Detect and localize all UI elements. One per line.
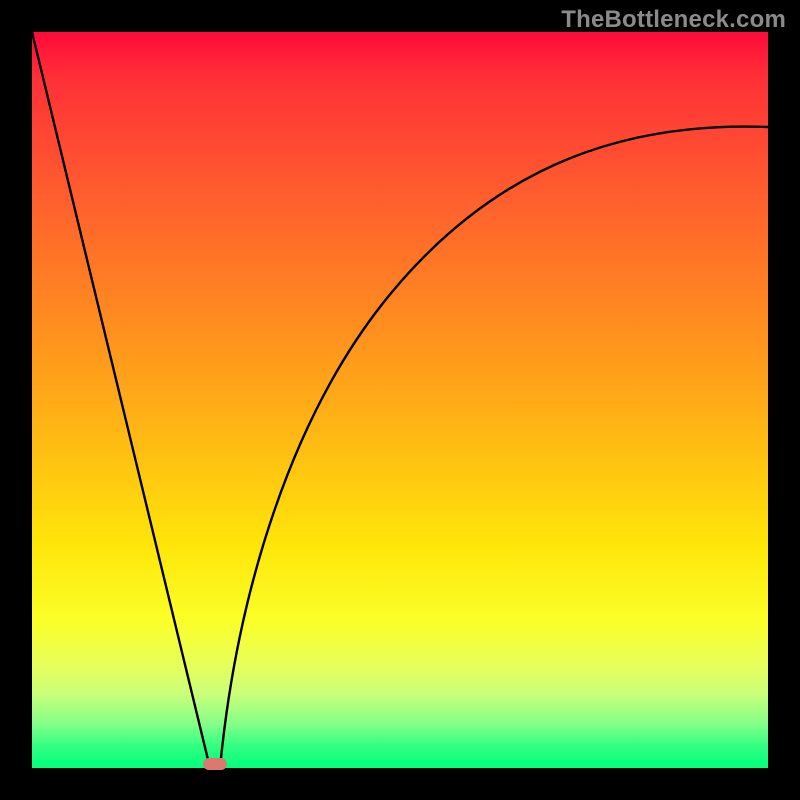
bottleneck-curve — [32, 32, 768, 768]
watermark-text: TheBottleneck.com — [561, 6, 786, 34]
bottleneck-marker — [203, 758, 227, 770]
curve-left-branch — [32, 32, 210, 768]
chart-frame: TheBottleneck.com — [0, 0, 800, 800]
curve-right-branch — [220, 127, 768, 768]
